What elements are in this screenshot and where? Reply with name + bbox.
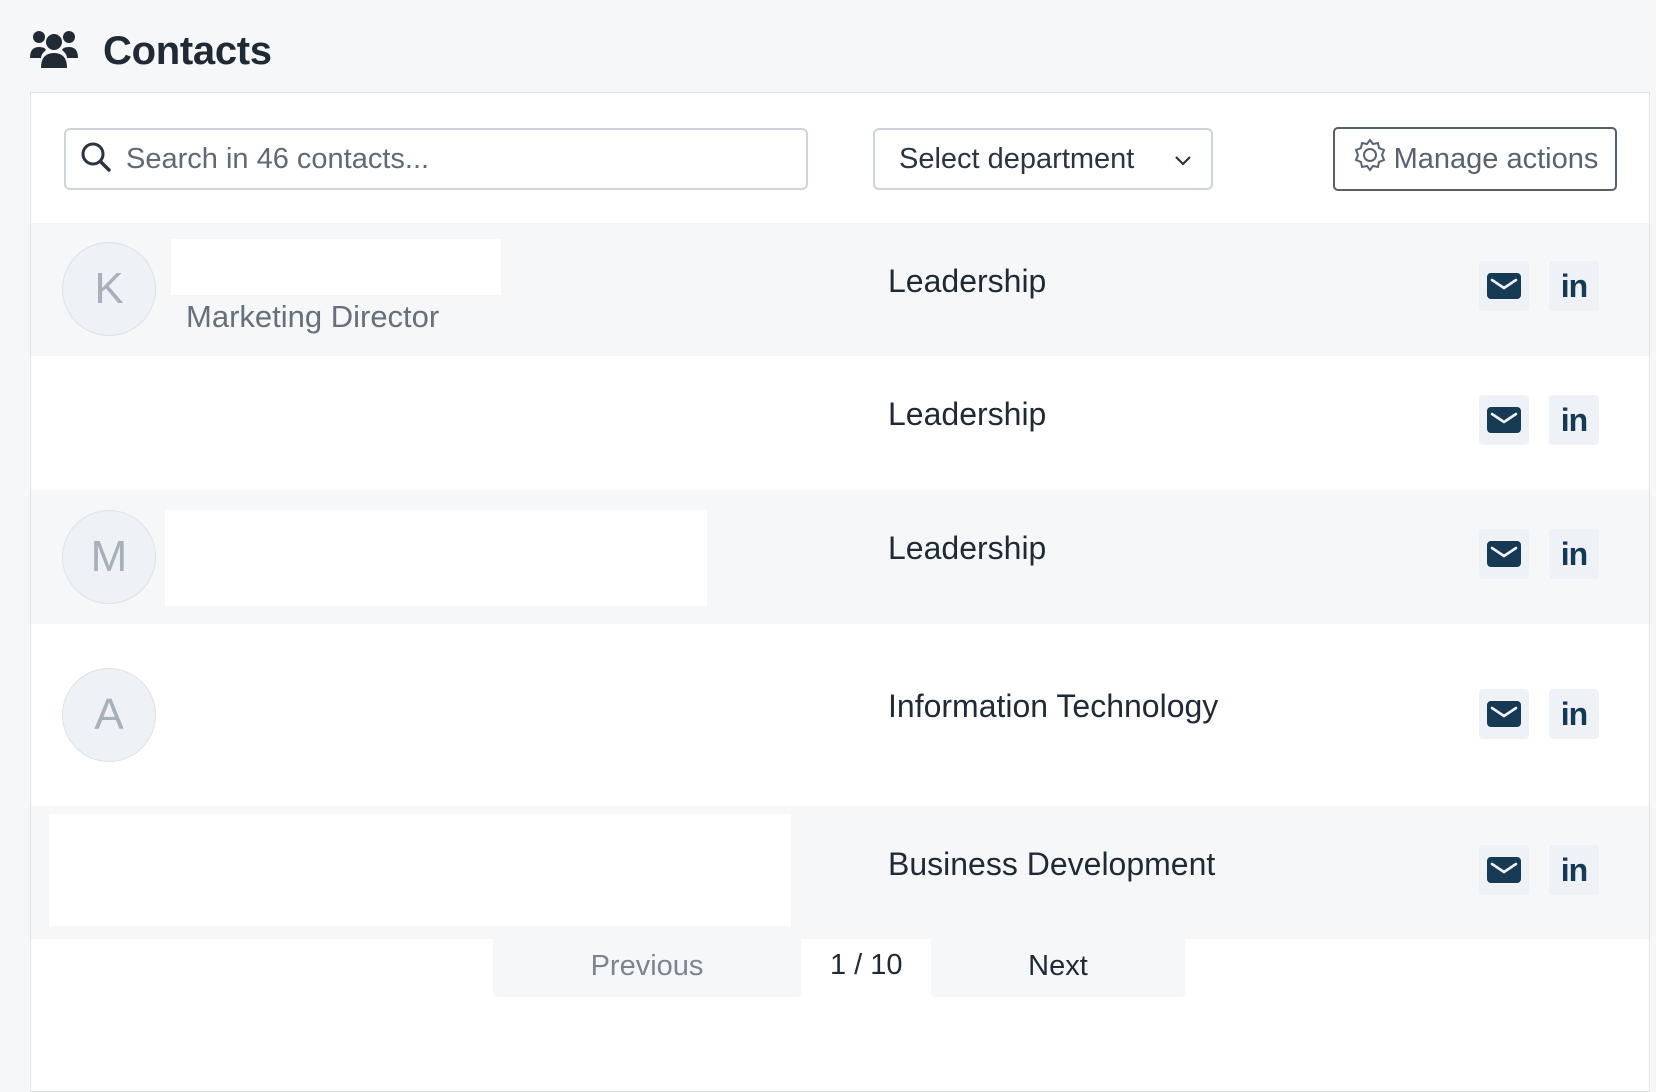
- table-row[interactable]: Leadership in: [31, 356, 1649, 490]
- table-row[interactable]: A Information Technology in: [31, 624, 1649, 806]
- contact-department: Information Technology: [888, 688, 1219, 724]
- contacts-list: K Marketing Director Leadership in Leade…: [31, 223, 1649, 939]
- email-button[interactable]: [1479, 689, 1529, 739]
- table-row[interactable]: Business Development in: [31, 806, 1649, 939]
- linkedin-icon: in: [1560, 401, 1588, 438]
- department-select[interactable]: Select department: [873, 128, 1213, 190]
- linkedin-icon: in: [1560, 267, 1588, 304]
- previous-button[interactable]: Previous: [493, 935, 801, 997]
- contact-department: Leadership: [888, 396, 1047, 432]
- envelope-icon: [1487, 273, 1521, 299]
- avatar: K: [62, 242, 156, 336]
- next-button[interactable]: Next: [931, 935, 1185, 997]
- envelope-icon: [1487, 857, 1521, 883]
- linkedin-button[interactable]: in: [1549, 529, 1599, 579]
- contact-department: Business Development: [888, 846, 1216, 882]
- linkedin-icon: in: [1560, 695, 1588, 732]
- linkedin-button[interactable]: in: [1549, 845, 1599, 895]
- contact-title: Marketing Director: [186, 299, 440, 334]
- envelope-icon: [1487, 701, 1521, 727]
- linkedin-button[interactable]: in: [1549, 261, 1599, 311]
- linkedin-button[interactable]: in: [1549, 395, 1599, 445]
- manage-actions-label: Manage actions: [1393, 142, 1599, 175]
- table-row[interactable]: M Leadership in: [31, 490, 1649, 624]
- redacted-name: [49, 814, 791, 926]
- table-row[interactable]: K Marketing Director Leadership in: [31, 223, 1649, 356]
- users-icon: [29, 28, 79, 75]
- redacted-name: [171, 239, 501, 295]
- toolbar: Select department Manage actions: [31, 93, 1649, 223]
- search-box[interactable]: [64, 128, 808, 190]
- envelope-icon: [1487, 407, 1521, 433]
- linkedin-icon: in: [1560, 851, 1588, 888]
- contact-department: Leadership: [888, 530, 1047, 566]
- search-input[interactable]: [126, 142, 766, 176]
- redacted-name: [165, 510, 707, 606]
- page-indicator: 1 / 10: [830, 949, 903, 981]
- contact-department: Leadership: [888, 263, 1047, 299]
- pagination: Previous 1 / 10 Next: [31, 935, 1649, 1015]
- avatar: M: [62, 510, 156, 604]
- envelope-icon: [1487, 541, 1521, 567]
- email-button[interactable]: [1479, 529, 1529, 579]
- department-select-value: Select department: [899, 142, 1135, 175]
- avatar: A: [62, 668, 156, 762]
- linkedin-icon: in: [1560, 535, 1588, 572]
- chevron-down-icon: [1173, 143, 1193, 176]
- linkedin-button[interactable]: in: [1549, 689, 1599, 739]
- email-button[interactable]: [1479, 845, 1529, 895]
- page-title: Contacts: [103, 29, 272, 73]
- search-icon: [80, 141, 112, 178]
- email-button[interactable]: [1479, 261, 1529, 311]
- gear-icon: [1352, 137, 1388, 181]
- page-header: Contacts: [29, 28, 272, 75]
- email-button[interactable]: [1479, 395, 1529, 445]
- contacts-card: Select department Manage actions: [30, 92, 1650, 1092]
- manage-actions-button[interactable]: Manage actions: [1333, 127, 1617, 191]
